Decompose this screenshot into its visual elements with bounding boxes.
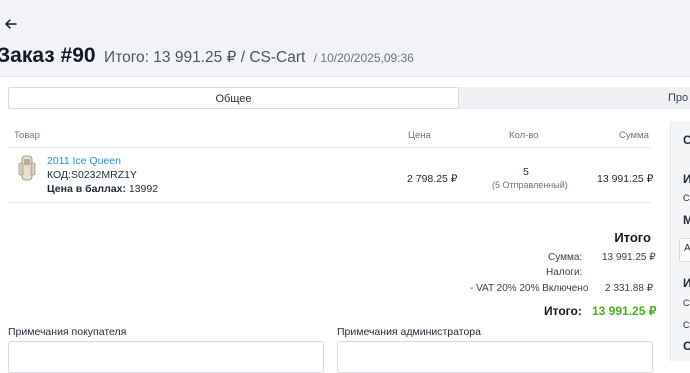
order-datetime: / 10/20/2025,09:36 bbox=[313, 51, 414, 65]
product-sum: 13 991.25 ₽ bbox=[597, 173, 654, 185]
sidebar-select[interactable]: А bbox=[679, 238, 690, 262]
vat-value: 2 331.88 ₽ bbox=[605, 283, 654, 294]
sidebar-item: М bbox=[683, 213, 690, 227]
sidebar-item: И bbox=[683, 276, 690, 290]
tab-products[interactable]: Про bbox=[668, 87, 690, 109]
product-shipped-status: (5 Отправленный) bbox=[492, 180, 568, 190]
product-thumbnail[interactable] bbox=[17, 155, 37, 181]
product-name-link[interactable]: 2011 Ice Queen bbox=[47, 155, 121, 167]
admin-notes-label: Примечания администратора bbox=[337, 326, 481, 338]
sidebar-item: CS bbox=[683, 298, 690, 308]
product-qty: 5 bbox=[523, 166, 529, 178]
column-header-product: Товар bbox=[14, 130, 40, 141]
tab-general[interactable]: Общее bbox=[8, 87, 459, 109]
page-title: Заказ #90 bbox=[0, 44, 96, 67]
sidebar-item: Ст bbox=[683, 193, 690, 203]
sidebar-heading: С bbox=[683, 133, 690, 147]
column-header-price: Цена bbox=[408, 130, 431, 141]
page-title-row: Заказ #90 Итого: 13 991.25 ₽ / CS-Cart /… bbox=[0, 44, 414, 68]
sidebar-item: Ст bbox=[683, 320, 690, 330]
product-points: Цена в баллах: 13992 bbox=[47, 183, 158, 195]
totals-title: Итого bbox=[614, 230, 651, 245]
vat-label: - VAT 20% 20% Включено bbox=[470, 283, 589, 294]
order-total-subtitle: Итого: 13 991.25 ₽ / CS-Cart bbox=[104, 49, 306, 66]
table-header-divider bbox=[8, 147, 651, 148]
points-label: Цена в баллах: bbox=[47, 183, 126, 195]
product-price: 2 798.25 ₽ bbox=[407, 173, 458, 185]
sidebar-item: О bbox=[683, 339, 690, 353]
column-header-sum: Сумма bbox=[619, 130, 649, 141]
product-code: КОД:S0232MRZ1Y bbox=[47, 169, 137, 181]
customer-notes-label: Примечания покупателя bbox=[8, 326, 127, 338]
subtotal-value: 13 991.25 ₽ bbox=[602, 252, 656, 263]
subtotal-label: Сумма: bbox=[548, 252, 583, 263]
column-header-qty: Кол-во bbox=[509, 130, 539, 141]
page-header: Заказ #90 Итого: 13 991.25 ₽ / CS-Cart /… bbox=[0, 0, 690, 77]
points-value: 13992 bbox=[128, 183, 159, 195]
sidebar-item: И bbox=[683, 172, 690, 186]
customer-notes-field[interactable] bbox=[8, 341, 324, 373]
tab-bar: Общее Про bbox=[8, 87, 690, 109]
sidebar-select-value: А bbox=[684, 243, 690, 254]
right-sidebar: С И Ст М А И CS Ст О bbox=[670, 121, 690, 361]
table-row-divider bbox=[8, 202, 651, 203]
grand-total-value: 13 991.25 ₽ bbox=[592, 304, 657, 318]
back-arrow-icon[interactable] bbox=[4, 17, 18, 31]
admin-notes-field[interactable] bbox=[337, 341, 653, 373]
grand-total-label: Итого: bbox=[544, 304, 582, 318]
taxes-label: Налоги: bbox=[546, 267, 583, 278]
